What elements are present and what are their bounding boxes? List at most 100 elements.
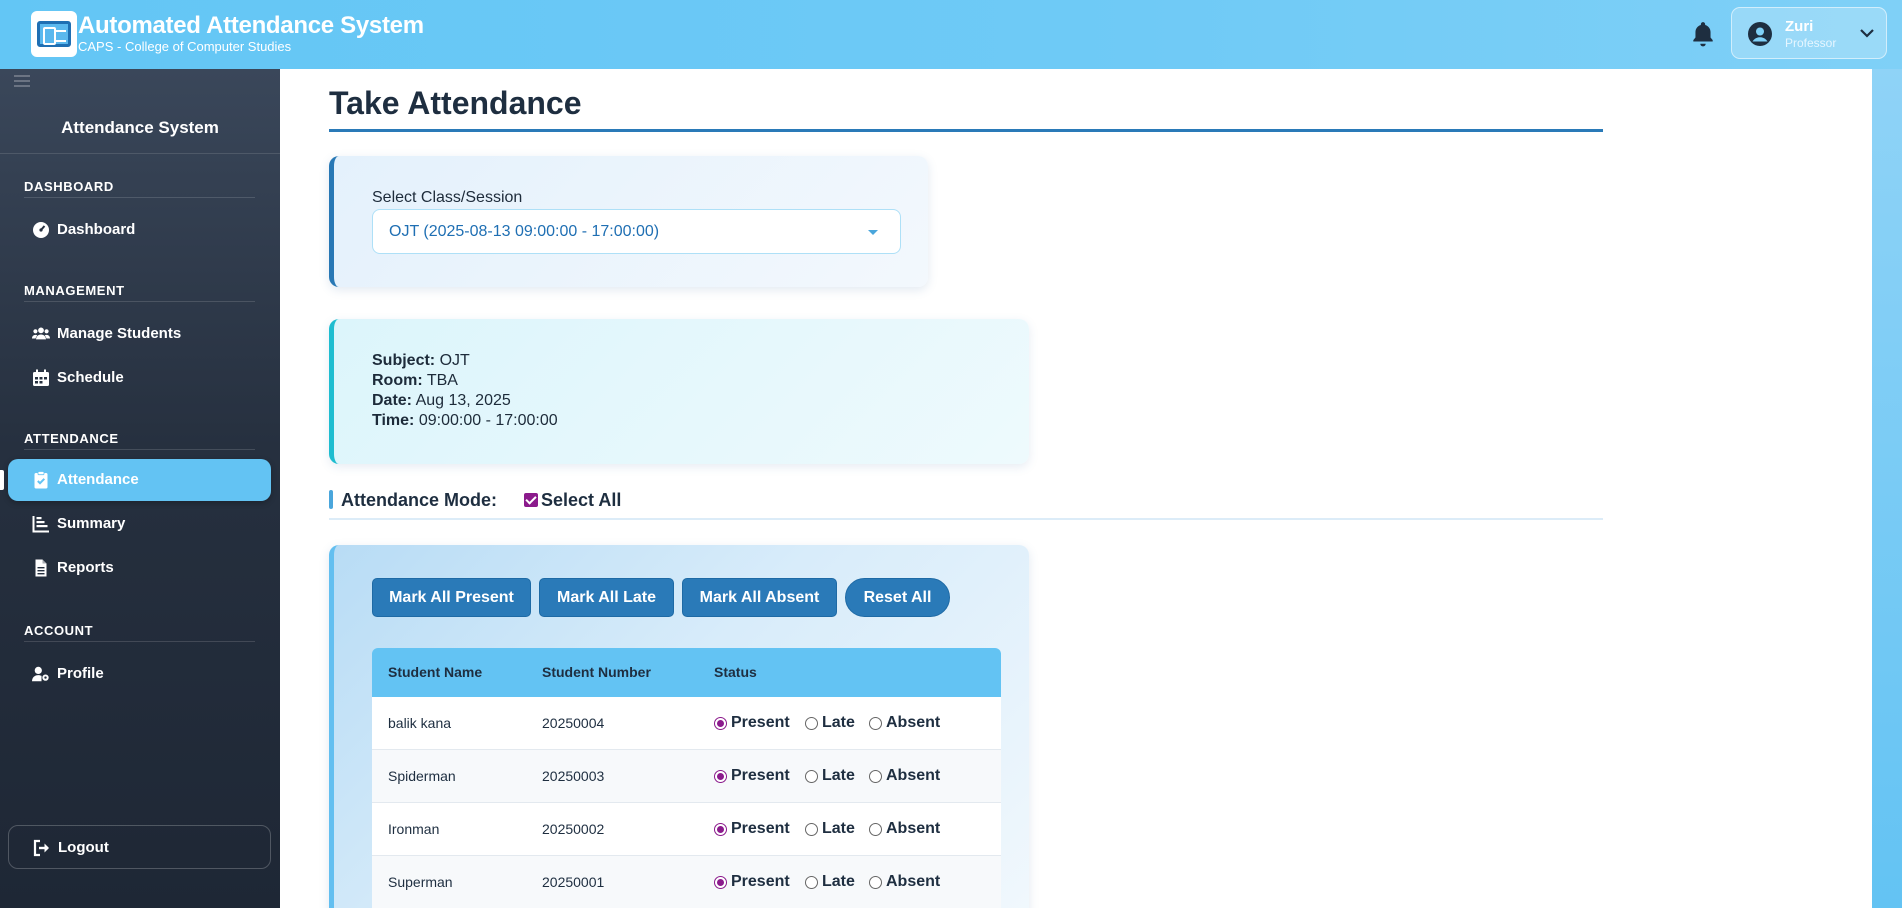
status-radio-present[interactable] bbox=[714, 823, 727, 836]
title-underline bbox=[329, 129, 1603, 132]
sidebar-item-label: Profile bbox=[57, 665, 104, 682]
section-account: ACCOUNT bbox=[24, 623, 94, 638]
session-info-card: Subject: OJT Room: TBA Date: Aug 13, 202… bbox=[329, 319, 1029, 464]
status-radio-late[interactable] bbox=[805, 770, 818, 783]
sidebar-item-label: Attendance bbox=[57, 471, 139, 488]
sidebar-divider bbox=[0, 153, 280, 154]
student-number: 20250003 bbox=[542, 768, 605, 784]
status-label-present[interactable]: Present bbox=[731, 873, 790, 891]
sign-out-icon bbox=[33, 839, 49, 857]
sidebar-item-label: Summary bbox=[57, 515, 126, 532]
table-row: Spiderman 20250003 Present Late Absent bbox=[372, 750, 1001, 803]
attendance-card: Mark All Present Mark All Late Mark All … bbox=[329, 545, 1029, 908]
section-management: MANAGEMENT bbox=[24, 283, 125, 298]
mark-all-late-button[interactable]: Mark All Late bbox=[539, 578, 674, 617]
status-radio-present[interactable] bbox=[714, 876, 727, 889]
gauge-icon bbox=[33, 222, 49, 238]
chevron-down-icon bbox=[1860, 29, 1874, 38]
student-name: Ironman bbox=[388, 821, 440, 837]
sidebar-item-attendance[interactable]: Attendance bbox=[8, 459, 271, 501]
user-avatar-icon bbox=[1748, 22, 1772, 46]
attendance-mode-label: Attendance Mode: bbox=[341, 490, 498, 510]
session-select-value: OJT (2025-08-13 09:00:00 - 17:00:00) bbox=[389, 223, 660, 240]
status-radio-present[interactable] bbox=[714, 717, 727, 730]
bar-chart-icon bbox=[32, 516, 49, 533]
id-card-icon bbox=[37, 21, 71, 47]
student-name: Superman bbox=[388, 874, 453, 890]
sidebar-item-dashboard[interactable]: Dashboard bbox=[8, 209, 271, 251]
status-label-late[interactable]: Late bbox=[822, 767, 855, 785]
sidebar-item-profile[interactable]: Profile bbox=[8, 653, 271, 695]
section-divider bbox=[24, 641, 255, 642]
sidebar-item-schedule[interactable]: Schedule bbox=[8, 357, 271, 399]
sidebar: Attendance System DASHBOARD Dashboard MA… bbox=[0, 69, 280, 908]
notification-bell-icon[interactable] bbox=[1690, 20, 1716, 48]
status-label-absent[interactable]: Absent bbox=[886, 767, 940, 785]
student-number: 20250004 bbox=[542, 715, 605, 731]
table-row: Ironman 20250002 Present Late Absent bbox=[372, 803, 1001, 856]
section-dashboard: DASHBOARD bbox=[24, 179, 114, 194]
status-label-present[interactable]: Present bbox=[731, 767, 790, 785]
student-name: Spiderman bbox=[388, 768, 456, 784]
app-logo[interactable] bbox=[31, 11, 77, 57]
session-select-card: Select Class/Session OJT (2025-08-13 09:… bbox=[329, 156, 928, 287]
status-radio-absent[interactable] bbox=[869, 770, 882, 783]
info-subject: Subject: OJT bbox=[372, 352, 470, 369]
sidebar-item-label: Reports bbox=[57, 559, 114, 576]
session-select-label: Select Class/Session bbox=[372, 189, 523, 206]
mode-accent-bar bbox=[329, 490, 333, 509]
status-label-present[interactable]: Present bbox=[731, 714, 790, 732]
session-select[interactable]: OJT (2025-08-13 09:00:00 - 17:00:00) bbox=[372, 209, 901, 254]
mark-all-present-button[interactable]: Mark All Present bbox=[372, 578, 531, 617]
header-student-number: Student Number bbox=[542, 664, 651, 680]
logout-button[interactable]: Logout bbox=[8, 825, 271, 869]
status-radio-absent[interactable] bbox=[869, 717, 882, 730]
status-label-late[interactable]: Late bbox=[822, 820, 855, 838]
user-name: Zuri bbox=[1785, 18, 1814, 35]
status-label-late[interactable]: Late bbox=[822, 873, 855, 891]
sidebar-item-manage-students[interactable]: Manage Students bbox=[8, 313, 271, 355]
menu-toggle-icon[interactable] bbox=[14, 74, 30, 88]
user-menu[interactable]: Zuri Professor bbox=[1731, 7, 1887, 59]
sidebar-title: Attendance System bbox=[61, 118, 219, 137]
table-header: Student Name Student Number Status bbox=[372, 648, 1001, 697]
info-date: Date: Aug 13, 2025 bbox=[372, 392, 511, 409]
student-number: 20250002 bbox=[542, 821, 605, 837]
reset-all-button[interactable]: Reset All bbox=[845, 578, 950, 617]
clipboard-check-icon bbox=[34, 471, 48, 489]
mode-divider bbox=[329, 518, 1603, 520]
mark-all-absent-button[interactable]: Mark All Absent bbox=[682, 578, 837, 617]
status-label-absent[interactable]: Absent bbox=[886, 714, 940, 732]
status-label-present[interactable]: Present bbox=[731, 820, 790, 838]
status-radio-absent[interactable] bbox=[869, 823, 882, 836]
status-radio-absent[interactable] bbox=[869, 876, 882, 889]
status-radio-present[interactable] bbox=[714, 770, 727, 783]
app-title: Automated Attendance System bbox=[78, 12, 424, 39]
status-label-absent[interactable]: Absent bbox=[886, 873, 940, 891]
sidebar-item-reports[interactable]: Reports bbox=[8, 547, 271, 589]
right-edge-strip bbox=[1872, 69, 1902, 908]
section-divider bbox=[24, 449, 255, 450]
sidebar-item-label: Schedule bbox=[57, 369, 124, 386]
status-radio-late[interactable] bbox=[805, 823, 818, 836]
section-attendance: ATTENDANCE bbox=[24, 431, 119, 446]
app-subtitle: CAPS - College of Computer Studies bbox=[78, 39, 292, 54]
user-role: Professor bbox=[1785, 36, 1837, 50]
sidebar-item-summary[interactable]: Summary bbox=[8, 503, 271, 545]
status-label-absent[interactable]: Absent bbox=[886, 820, 940, 838]
page-title: Take Attendance bbox=[329, 85, 582, 121]
status-radio-late[interactable] bbox=[805, 717, 818, 730]
calendar-icon bbox=[33, 369, 49, 386]
select-all-checkbox[interactable] bbox=[524, 493, 538, 507]
select-all-label[interactable]: Select All bbox=[541, 490, 621, 511]
info-time: Time: 09:00:00 - 17:00:00 bbox=[372, 412, 558, 429]
student-name: balik kana bbox=[388, 715, 452, 731]
status-label-late[interactable]: Late bbox=[822, 714, 855, 732]
status-radio-late[interactable] bbox=[805, 876, 818, 889]
user-cog-icon bbox=[32, 666, 49, 682]
users-icon bbox=[32, 327, 50, 340]
logout-label: Logout bbox=[58, 839, 109, 856]
caret-down-icon bbox=[868, 230, 878, 235]
sidebar-item-label: Manage Students bbox=[57, 325, 182, 342]
header-status: Status bbox=[714, 664, 757, 680]
